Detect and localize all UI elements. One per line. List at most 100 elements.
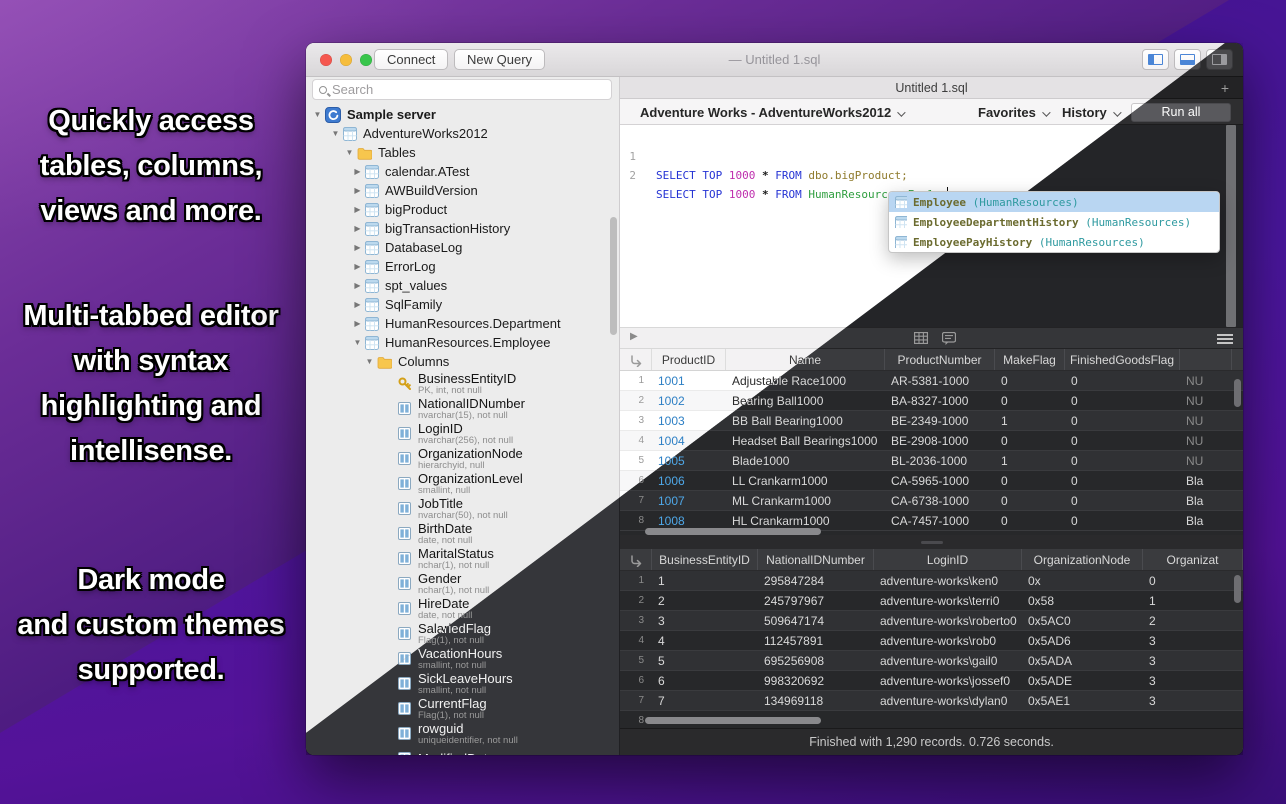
column-meta: nvarchar(256), not null [418, 436, 513, 446]
tree-item-table[interactable]: ▶ spt_values [306, 276, 619, 295]
results-menu-icon[interactable] [1217, 334, 1233, 344]
column-header[interactable]: Organizat [1143, 549, 1243, 570]
column-header[interactable]: OrganizationNode [1022, 549, 1143, 570]
marketing-line: tables, columns, [0, 144, 302, 189]
column-header[interactable]: ProductID [652, 349, 726, 370]
tab-untitled[interactable]: Untitled 1.sql [620, 81, 1243, 95]
disclosure-triangle-collapsed[interactable]: ▶ [352, 205, 363, 214]
table-row[interactable]: 55695256908adventure-works\gail00x5ADA3 [620, 651, 1243, 671]
disclosure-triangle-collapsed[interactable]: ▶ [352, 167, 363, 176]
play-icon[interactable]: ▶ [630, 331, 638, 342]
column-item[interactable]: JobTitlenvarchar(50), not null [306, 496, 619, 521]
column-header[interactable]: MakeFlag [995, 349, 1065, 370]
disclosure-triangle-expanded[interactable]: ▼ [312, 110, 323, 119]
column-header[interactable] [1180, 349, 1232, 370]
column-item[interactable]: NationalIDNumbernvarchar(15), not null [306, 396, 619, 421]
column-item[interactable]: BusinessEntityIDPK, int, not null [306, 371, 619, 396]
disclosure-triangle-collapsed[interactable]: ▶ [352, 300, 363, 309]
disclosure-triangle-collapsed[interactable]: ▶ [352, 319, 363, 328]
table-row[interactable]: 77134969118adventure-works\dylan00x5AE13 [620, 691, 1243, 711]
window-title: — Untitled 1.sql [306, 52, 1243, 67]
table-row[interactable]: 33509647174adventure-works\roberto00x5AC… [620, 611, 1243, 631]
marketing-line: Dark mode [0, 558, 302, 603]
disclosure-triangle-collapsed[interactable]: ▶ [352, 224, 363, 233]
tree-item-tables-folder[interactable]: ▼ Tables [306, 143, 619, 162]
tree-item-server[interactable]: ▼ Sample server [306, 105, 619, 124]
add-tab-button[interactable]: + [1221, 80, 1229, 96]
column-item[interactable]: LoginIDnvarchar(256), not null [306, 421, 619, 446]
table-row[interactable]: 22245797967adventure-works\terri00x581 [620, 591, 1243, 611]
history-dropdown[interactable]: History [1062, 105, 1119, 120]
disclosure-triangle-collapsed[interactable]: ▶ [352, 243, 363, 252]
column-icon [398, 677, 411, 690]
editor-scrollbar[interactable] [1226, 125, 1236, 327]
tree-item-table-employee[interactable]: ▼ HumanResources.Employee [306, 333, 619, 352]
table-row[interactable]: 61006LL Crankarm1000CA-5965-100000Bla [620, 471, 1243, 491]
disclosure-triangle-expanded[interactable]: ▼ [364, 357, 375, 366]
sidebar-scrollbar[interactable] [610, 217, 617, 335]
table-row[interactable]: 41004Headset Ball Bearings1000BE-2908-10… [620, 431, 1243, 451]
tree-item-columns-folder[interactable]: ▼ Columns [306, 352, 619, 371]
column-header[interactable]: BusinessEntityID [652, 549, 758, 570]
tree-item-table[interactable]: ▶ AWBuildVersion [306, 181, 619, 200]
messages-icon[interactable] [942, 332, 956, 349]
column-header[interactable]: FinishedGoodsFlag [1065, 349, 1180, 370]
disclosure-triangle-collapsed[interactable]: ▶ [352, 281, 363, 290]
disclosure-triangle-expanded[interactable]: ▼ [344, 148, 355, 157]
column-item[interactable]: ModifiedDate [306, 746, 619, 755]
column-icon [398, 527, 411, 540]
table-row[interactable]: 51005Blade1000BL-2036-100010NU [620, 451, 1243, 471]
column-item[interactable]: rowguiduniqueidentifier, not null [306, 721, 619, 746]
table-row[interactable]: 44112457891adventure-works\rob00x5AD63 [620, 631, 1243, 651]
column-header[interactable]: LoginID [874, 549, 1022, 570]
tree-item-table[interactable]: ▶ HumanResources.Department [306, 314, 619, 333]
tree-item-table[interactable]: ▶ SqlFamily [306, 295, 619, 314]
column-item[interactable]: OrganizationLevelsmallint, null [306, 471, 619, 496]
horizontal-scrollbar[interactable] [645, 528, 821, 535]
tree-item-table[interactable]: ▶ ErrorLog [306, 257, 619, 276]
disclosure-triangle-collapsed[interactable]: ▶ [352, 186, 363, 195]
autocomplete-item-selected[interactable]: Employee (HumanResources) [889, 192, 1219, 212]
vertical-scrollbar[interactable] [1234, 575, 1241, 603]
column-header[interactable]: NationalIDNumber [758, 549, 874, 570]
splitter-handle[interactable] [921, 541, 943, 544]
autocomplete-item[interactable]: EmployeeDepartmentHistory (HumanResource… [889, 212, 1219, 232]
column-name: Gender [418, 572, 489, 585]
column-meta: hierarchyid, null [418, 461, 523, 471]
column-item[interactable]: CurrentFlagFlag(1), not null [306, 696, 619, 721]
folder-icon [357, 146, 372, 160]
autocomplete-item[interactable]: EmployeePayHistory (HumanResources) [889, 232, 1219, 252]
column-header[interactable]: ProductNumber [885, 349, 995, 370]
folder-icon [377, 355, 392, 369]
connection-selector[interactable]: Adventure Works - AdventureWorks2012 [640, 105, 903, 120]
tree-label: Columns [398, 354, 449, 369]
horizontal-scrollbar[interactable] [645, 717, 821, 724]
tree-item-table[interactable]: ▶ DatabaseLog [306, 238, 619, 257]
tree-item-database[interactable]: ▼ AdventureWorks2012 [306, 124, 619, 143]
run-all-button[interactable]: Run all [1131, 103, 1231, 122]
table-row[interactable]: 71007ML Crankarm1000CA-6738-100000Bla [620, 491, 1243, 511]
grid-view-icon[interactable] [914, 332, 1243, 347]
column-name: ModifiedDate [418, 752, 495, 756]
column-item[interactable]: OrganizationNodehierarchyid, null [306, 446, 619, 471]
disclosure-triangle-expanded[interactable]: ▼ [330, 129, 341, 138]
table-row[interactable]: 66998320692adventure-works\jossef00x5ADE… [620, 671, 1243, 691]
export-icon[interactable] [620, 549, 652, 570]
tree-item-table[interactable]: ▶ calendar.ATest [306, 162, 619, 181]
tree-label: HumanResources.Department [385, 316, 561, 331]
search-input[interactable]: Search [312, 79, 612, 100]
disclosure-triangle-collapsed[interactable]: ▶ [352, 262, 363, 271]
table-row[interactable]: 11295847284adventure-works\ken00x0 [620, 571, 1243, 591]
toggle-sidebar-button[interactable] [1142, 49, 1169, 70]
titlebar[interactable]: Connect New Query — Untitled 1.sql [306, 43, 1243, 77]
export-icon[interactable] [620, 349, 652, 370]
favorites-dropdown[interactable]: Favorites [978, 105, 1048, 120]
marketing-line: highlighting and [0, 384, 302, 429]
disclosure-triangle-expanded[interactable]: ▼ [352, 338, 363, 347]
vertical-scrollbar[interactable] [1234, 379, 1241, 407]
pane-splitter[interactable] [620, 535, 1243, 549]
column-name: HireDate [418, 597, 472, 610]
tree-item-table[interactable]: ▶ bigTransactionHistory [306, 219, 619, 238]
tree-item-table[interactable]: ▶ bigProduct [306, 200, 619, 219]
sidebar-panel-icon [1148, 54, 1163, 65]
